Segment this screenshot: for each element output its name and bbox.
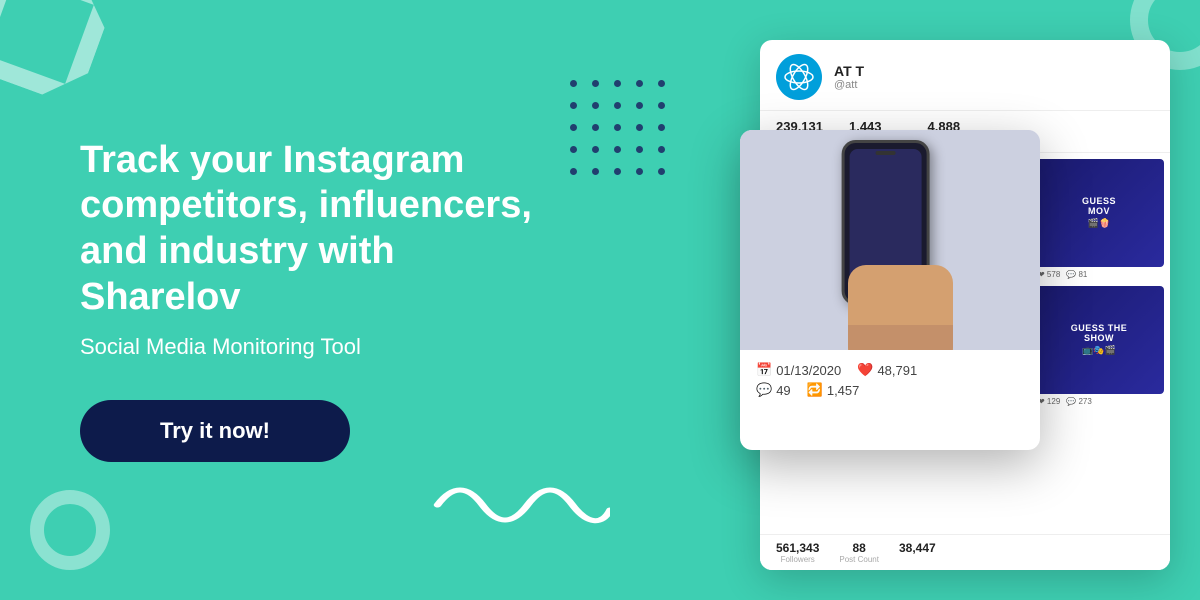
post-stats-6: ❤ 129 💬 273 [1034, 394, 1164, 409]
phone-notch [876, 151, 896, 155]
left-content: Track your Instagram competitors, influe… [0, 138, 560, 462]
bstat-followers-val: 561,343 [776, 541, 819, 555]
phone-post-card: 📅 01/13/2020 ❤️ 48,791 💬 49 🔁 [740, 130, 1040, 450]
post-emojis-3: 🎬🍿 [1088, 218, 1110, 229]
right-content: AT T @att 239,131 Followers 1,443 Post C… [550, 0, 1200, 600]
post-shares: 1,457 [827, 383, 860, 398]
heart-icon: ❤️ [857, 362, 873, 378]
brand-name: AT T [834, 63, 1154, 79]
att-logo [776, 54, 822, 100]
phone-image-area [740, 130, 1040, 350]
cta-button[interactable]: Try it now! [80, 400, 350, 462]
post-thumb-3: GUESSMOV 🎬🍿 [1034, 159, 1164, 267]
post-comments: 49 [776, 383, 790, 398]
card-bottom: 561,343 Followers 88 Post Count 38,447 T… [760, 548, 1170, 570]
bstat-posts-val: 88 [839, 541, 879, 555]
comment-icon: 💬 [756, 382, 772, 398]
bstat-followers-label: Followers [776, 555, 819, 564]
date-with-icon: 📅 01/13/2020 [756, 362, 841, 378]
brand-handle: @att [834, 79, 1154, 91]
sub-headline: Social Media Monitoring Tool [80, 334, 560, 360]
deco-circle-bottom-left [30, 490, 110, 570]
post-likes: 48,791 [877, 363, 917, 378]
bottom-stats: 561,343 Followers 88 Post Count 38,447 [760, 534, 1170, 570]
calendar-icon: 📅 [756, 362, 772, 378]
bstat-engagement2-val: 38,447 [899, 541, 936, 555]
post-title-6: GUESS THESHOW [1071, 324, 1128, 344]
bottom-stat-posts: 88 Post Count [839, 541, 879, 564]
share-icon: 🔁 [807, 382, 823, 398]
shares-with-icon: 🔁 1,457 [807, 382, 860, 398]
phone-comments-shares: 💬 49 🔁 1,457 [756, 382, 1024, 398]
post-date: 01/13/2020 [776, 363, 841, 378]
fingers-shape [848, 325, 953, 350]
phone-date-likes: 📅 01/13/2020 ❤️ 48,791 [756, 362, 1024, 378]
post-stats-3: ❤ 578 💬 81 [1034, 267, 1164, 282]
list-item: GUESS THESHOW 📺🎭🎬 ❤ 129 💬 273 [1034, 286, 1164, 409]
card-title-area: AT T @att [834, 63, 1154, 91]
main-headline: Track your Instagram competitors, influe… [80, 138, 560, 320]
deco-hexagon-top-left [0, 0, 117, 107]
post-title-3: GUESSMOV [1082, 197, 1116, 217]
bottom-stat-engagement2: 38,447 [899, 541, 936, 564]
banner: Track your Instagram competitors, influe… [0, 0, 1200, 600]
bstat-posts-label: Post Count [839, 555, 879, 564]
phone-post-info: 📅 01/13/2020 ❤️ 48,791 💬 49 🔁 [740, 350, 1040, 410]
likes-with-icon: ❤️ 48,791 [857, 362, 917, 378]
post-thumb-6: GUESS THESHOW 📺🎭🎬 [1034, 286, 1164, 394]
comments-with-icon: 💬 49 [756, 382, 791, 398]
card-header: AT T @att [760, 40, 1170, 111]
list-item: GUESSMOV 🎬🍿 ❤ 578 💬 81 [1034, 159, 1164, 282]
bottom-stat-followers: 561,343 Followers [776, 541, 819, 564]
post-emojis-6: 📺🎭🎬 [1082, 345, 1116, 356]
